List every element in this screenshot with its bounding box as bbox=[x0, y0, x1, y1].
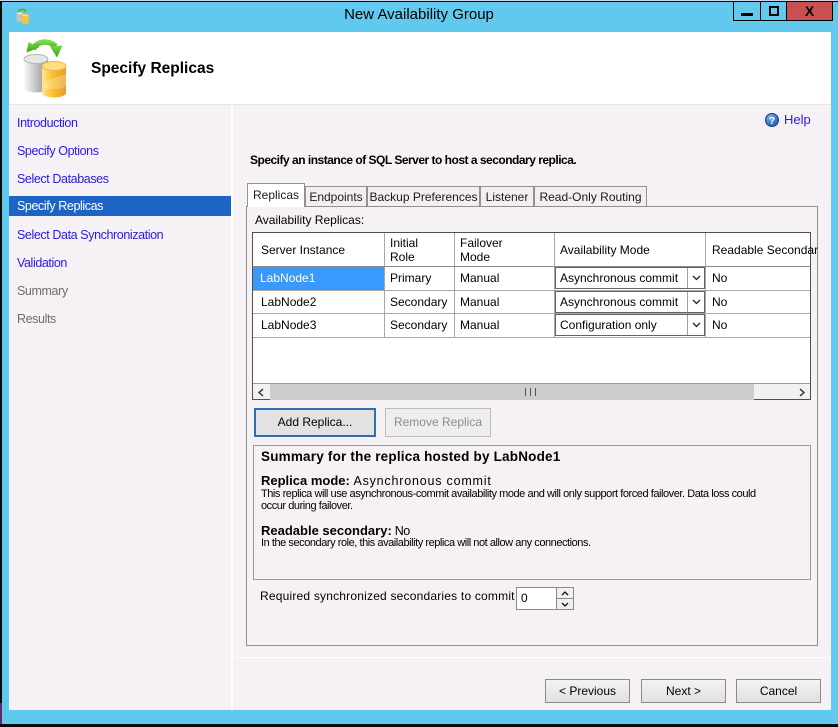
svg-text:?: ? bbox=[769, 115, 775, 127]
